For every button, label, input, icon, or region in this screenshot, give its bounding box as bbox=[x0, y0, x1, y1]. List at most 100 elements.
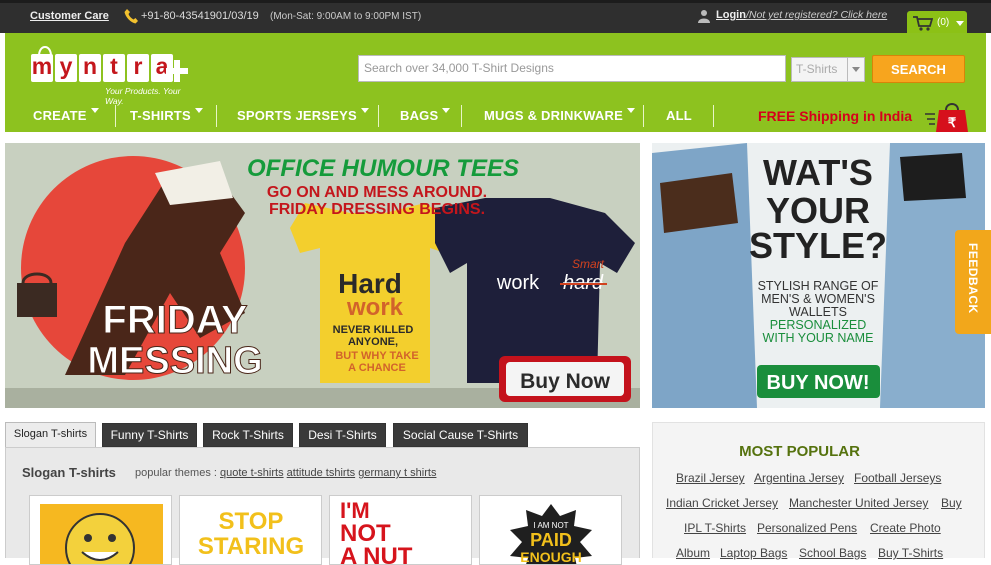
nav-divider bbox=[713, 105, 714, 127]
tab-rock-tshirts[interactable]: Rock T-Shirts bbox=[203, 423, 293, 447]
popular-link[interactable]: Buy bbox=[941, 496, 962, 510]
rupee-symbol: ₹ bbox=[948, 115, 957, 130]
tshirt-tabs: Slogan T-shirts Funny T-Shirts Rock T-Sh… bbox=[5, 422, 640, 449]
tab-desi-tshirts[interactable]: Desi T-Shirts bbox=[299, 423, 386, 447]
tab-social-cause-tshirts[interactable]: Social Cause T-Shirts bbox=[393, 423, 528, 447]
nav-divider bbox=[643, 105, 644, 127]
theme-link[interactable]: attitude tshirts bbox=[287, 467, 355, 479]
smiley-face-art bbox=[40, 504, 163, 564]
myntra-logo[interactable]: m y n t r a Your Products. Your Way. bbox=[31, 42, 191, 106]
nav-label: CREATE bbox=[33, 108, 87, 123]
product-thumb[interactable] bbox=[29, 495, 172, 565]
shopping-bag-icon: ₹ bbox=[925, 103, 968, 132]
top-bar: Customer Care +91-80-43541901/03/19 (Mon… bbox=[0, 0, 991, 36]
office-humour-banner[interactable]: OFFICE HUMOUR TEES GO ON AND MESS AROUND… bbox=[5, 143, 640, 408]
login-link[interactable]: Login bbox=[716, 9, 746, 21]
phone-icon bbox=[124, 9, 138, 24]
popular-link[interactable]: Indian Cricket Jersey bbox=[666, 496, 778, 510]
thumb-text: STARING bbox=[198, 533, 304, 560]
wallet-buy-now-button[interactable]: BUY NOW! bbox=[767, 372, 870, 394]
main-nav: CREATE T-SHIRTS SPORTS JERSEYS BAGS MUGS… bbox=[5, 103, 986, 132]
header: m y n t r a Your Products. Your Way. Sea… bbox=[5, 33, 986, 132]
most-popular-box: MOST POPULAR Brazil Jersey Argentina Jer… bbox=[652, 422, 985, 560]
login-area: Login/Not yet registered? Click here bbox=[716, 9, 887, 21]
panel-title: Slogan T-shirts bbox=[22, 465, 116, 480]
customer-care-link[interactable]: Customer Care bbox=[30, 10, 109, 22]
nav-mugs-drinkware[interactable]: MUGS & DRINKWARE bbox=[484, 108, 635, 123]
popular-link[interactable]: Create Photo bbox=[870, 521, 941, 535]
phone-number: +91-80-43541901/03/19 bbox=[141, 10, 259, 22]
nav-bags[interactable]: BAGS bbox=[400, 108, 451, 123]
tab-funny-tshirts[interactable]: Funny T-Shirts bbox=[102, 423, 197, 447]
banner-big-friday: FRIDAY bbox=[102, 298, 248, 342]
nav-create[interactable]: CREATE bbox=[33, 108, 99, 123]
tee-yellow-line-3: BUT WHY TAKE bbox=[335, 350, 418, 362]
stop-staring-art: STOP STARING bbox=[198, 508, 304, 560]
theme-link[interactable]: germany t shirts bbox=[358, 467, 436, 479]
banner-subline-1: GO ON AND MESS AROUND. bbox=[267, 184, 487, 201]
nav-divider bbox=[461, 105, 462, 127]
wallet-line-5: WITH YOUR NAME bbox=[763, 331, 874, 345]
chevron-down-icon bbox=[442, 108, 451, 117]
logo-tagline: Your Products. Your Way. bbox=[105, 86, 181, 106]
feedback-tab[interactable]: FEEDBACK bbox=[955, 230, 991, 334]
logo-letter: r bbox=[127, 54, 149, 82]
tee-yellow-line-4: A CHANCE bbox=[348, 362, 406, 374]
tee-yellow-line-1: NEVER KILLED bbox=[333, 324, 414, 336]
nav-divider bbox=[115, 105, 116, 127]
wallets-banner[interactable]: WAT'S YOUR STYLE? STYLISH RANGE OF MEN'S… bbox=[652, 143, 985, 408]
tee-navy-work: work bbox=[496, 272, 540, 294]
popular-link[interactable]: Argentina Jersey bbox=[754, 471, 844, 485]
wallet-line-4: PERSONALIZED bbox=[770, 318, 867, 332]
nav-all[interactable]: ALL bbox=[666, 108, 692, 123]
nav-tshirts[interactable]: T-SHIRTS bbox=[130, 108, 203, 123]
popular-link[interactable]: Personalized Pens bbox=[757, 521, 857, 535]
chevron-down-icon bbox=[626, 108, 635, 117]
free-shipping-text[interactable]: FREE Shipping in India bbox=[758, 108, 912, 124]
not-a-nut-art: I'M NOT A NUT bbox=[340, 498, 413, 564]
wallets-art: WAT'S YOUR STYLE? STYLISH RANGE OF MEN'S… bbox=[652, 143, 985, 408]
tee-yellow-line-2: ANYONE, bbox=[348, 336, 398, 348]
popular-themes: popular themes : quote t-shirts attitude… bbox=[135, 467, 436, 479]
category-select[interactable]: T-Shirts bbox=[791, 57, 865, 82]
wallet-line-1: STYLISH RANGE OF bbox=[758, 279, 879, 293]
popular-link[interactable]: Football Jerseys bbox=[854, 471, 941, 485]
theme-link[interactable]: quote t-shirts bbox=[220, 467, 284, 479]
tab-slogan-tshirts[interactable]: Slogan T-shirts bbox=[5, 422, 96, 449]
plus-icon bbox=[166, 60, 188, 82]
product-thumb[interactable]: I AM NOT PAID ENOUGH bbox=[479, 495, 622, 565]
banner-buy-now-button[interactable]: Buy Now bbox=[520, 370, 611, 393]
nav-sports-jerseys[interactable]: SPORTS JERSEYS bbox=[237, 108, 369, 123]
thumb-text: I AM NOT bbox=[533, 521, 568, 530]
thumb-text: PAID bbox=[530, 530, 572, 550]
product-thumb[interactable]: I'M NOT A NUT bbox=[329, 495, 472, 565]
tee-yellow-work: work bbox=[346, 294, 404, 321]
thumb-text: ENOUGH bbox=[520, 549, 581, 565]
cart-icon bbox=[913, 16, 933, 31]
chevron-down-icon bbox=[194, 108, 203, 117]
wallet-heading-1: WAT'S bbox=[763, 152, 873, 193]
user-icon bbox=[698, 10, 710, 23]
search-input[interactable]: Search over 34,000 T-Shirt Designs bbox=[358, 55, 786, 82]
chevron-down-icon bbox=[360, 108, 369, 117]
register-link[interactable]: /Not yet registered? Click here bbox=[746, 9, 887, 21]
slogan-panel: Slogan T-shirts popular themes : quote t… bbox=[5, 447, 640, 565]
chevron-down-icon bbox=[90, 108, 99, 117]
popular-link[interactable]: Manchester United Jersey bbox=[789, 496, 928, 510]
category-value: T-Shirts bbox=[796, 62, 838, 76]
product-thumb[interactable]: STOP STARING bbox=[179, 495, 322, 565]
wallet-line-3: WALLETS bbox=[789, 305, 847, 319]
logo-letter: n bbox=[79, 54, 101, 82]
thumb-text: STOP bbox=[219, 508, 284, 535]
popular-link[interactable]: IPL T-Shirts bbox=[684, 521, 746, 535]
feedback-label: FEEDBACK bbox=[966, 243, 980, 314]
chevron-down-icon bbox=[847, 58, 864, 81]
nav-label: BAGS bbox=[400, 108, 439, 123]
support-hours: (Mon-Sat: 9:00AM to 9:00PM IST) bbox=[270, 11, 422, 22]
not-paid-enough-art: I AM NOT PAID ENOUGH bbox=[510, 504, 592, 565]
popular-link[interactable]: Brazil Jersey bbox=[676, 471, 745, 485]
search-button[interactable]: SEARCH bbox=[872, 55, 965, 83]
nav-label: SPORTS JERSEYS bbox=[237, 108, 357, 123]
banner-art: OFFICE HUMOUR TEES GO ON AND MESS AROUND… bbox=[5, 143, 640, 408]
chevron-down-icon bbox=[956, 21, 964, 30]
